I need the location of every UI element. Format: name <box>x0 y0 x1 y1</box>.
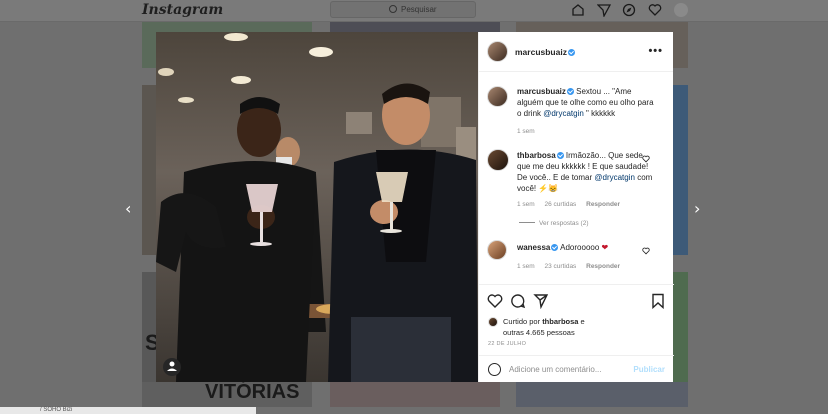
comment-likes[interactable]: 26 curtidas <box>545 201 577 208</box>
search-placeholder: Pesquisar <box>401 5 437 14</box>
mention-link[interactable]: @drycatgin <box>543 109 584 118</box>
feed-tile[interactable] <box>673 85 688 255</box>
caption-text: marcusbuaiz Sextou ... "Ame alguém que t… <box>517 87 654 118</box>
replies-line <box>519 222 535 223</box>
caption-meta: 1 sem <box>517 128 543 135</box>
liked-by-text: Curtido por thbarbosa e outras 4.665 pes… <box>503 317 585 337</box>
publish-button[interactable]: Publicar <box>633 365 665 374</box>
top-navigation-bar: Instagram Pesquisar <box>0 0 828 22</box>
background-tile-text: VITÓRIAS <box>205 381 300 403</box>
author-username[interactable]: marcusbuaiz <box>515 47 567 57</box>
comment-input[interactable] <box>509 362 629 377</box>
caption-author-avatar[interactable] <box>487 86 508 107</box>
comment-meta: 1 sem 23 curtidas Responder <box>517 263 628 270</box>
post-photo[interactable] <box>156 32 478 382</box>
commenter-avatar[interactable] <box>487 149 509 171</box>
status-bar: / SOHO Bizi <box>0 407 256 414</box>
post-header: marcusbuaiz ••• <box>479 32 673 72</box>
comment-time[interactable]: 1 sem <box>517 263 535 270</box>
view-replies-label[interactable]: Ver respostas (2) <box>539 220 589 227</box>
verified-icon <box>567 49 575 56</box>
author-avatar[interactable] <box>487 41 508 62</box>
view-replies[interactable]: Ver respostas (2) <box>519 220 597 227</box>
feed-tile[interactable] <box>516 382 688 407</box>
commenter-avatar[interactable] <box>487 240 507 260</box>
like-heart-icon[interactable] <box>487 293 503 309</box>
comment-likes[interactable]: 23 curtidas <box>545 263 577 270</box>
mention-link[interactable]: @drycatgin <box>594 173 635 182</box>
feed-tile[interactable] <box>142 85 156 255</box>
feed-tile[interactable] <box>330 382 500 407</box>
previous-post-arrow[interactable]: ‹ <box>125 199 131 218</box>
search-icon <box>389 5 397 13</box>
search-box[interactable]: Pesquisar <box>330 1 476 18</box>
heart-icon[interactable] <box>648 3 662 17</box>
liker-avatar[interactable] <box>488 317 498 327</box>
reply-button[interactable]: Responder <box>586 201 620 208</box>
next-post-arrow[interactable]: › <box>694 199 700 218</box>
add-comment-bar: Publicar <box>479 355 674 383</box>
more-options-icon[interactable]: ••• <box>648 45 663 57</box>
profile-avatar[interactable] <box>674 3 688 17</box>
comment-text: wanessa Adorooooo ❤ <box>517 243 609 252</box>
explore-icon[interactable] <box>622 3 636 17</box>
direct-icon[interactable] <box>597 3 611 17</box>
emoji-icon[interactable] <box>488 363 501 376</box>
verified-icon <box>566 88 574 95</box>
red-heart-emoji: ❤ <box>601 243 609 252</box>
comment-like-icon[interactable] <box>642 155 650 163</box>
post-image <box>156 32 478 382</box>
comment-icon[interactable] <box>510 293 526 309</box>
comment-text: thbarbosa Irmãozão... Que sede que me de… <box>517 151 653 193</box>
liked-by-user[interactable]: thbarbosa <box>542 317 578 326</box>
reply-button[interactable]: Responder <box>586 263 620 270</box>
caption-username[interactable]: marcusbuaiz <box>517 87 566 96</box>
post-details-panel: marcusbuaiz ••• marcusbuaiz Sextou ... "… <box>478 32 674 382</box>
post-author[interactable]: marcusbuaiz <box>515 47 575 57</box>
comments-list[interactable]: marcusbuaiz Sextou ... "Ame alguém que t… <box>479 73 674 284</box>
comment-time[interactable]: 1 sem <box>517 201 535 208</box>
caption-time[interactable]: 1 sem <box>517 128 535 135</box>
share-icon[interactable] <box>533 293 549 309</box>
feed-tile[interactable] <box>673 272 688 392</box>
comment-username[interactable]: thbarbosa <box>517 151 556 160</box>
comment-meta: 1 sem 26 curtidas Responder <box>517 201 628 208</box>
comment-username[interactable]: wanessa <box>517 243 550 252</box>
instagram-logo[interactable]: Instagram <box>142 2 223 18</box>
post-actions: Curtido por thbarbosa e outras 4.665 pes… <box>479 284 674 382</box>
home-icon[interactable] <box>571 3 585 17</box>
post-date[interactable]: 22 DE JULHO <box>488 341 526 347</box>
liked-by-others[interactable]: outras 4.665 pessoas <box>503 328 575 337</box>
comment-like-icon[interactable] <box>642 247 650 255</box>
save-bookmark-icon[interactable] <box>650 293 666 309</box>
verified-icon <box>556 152 564 159</box>
